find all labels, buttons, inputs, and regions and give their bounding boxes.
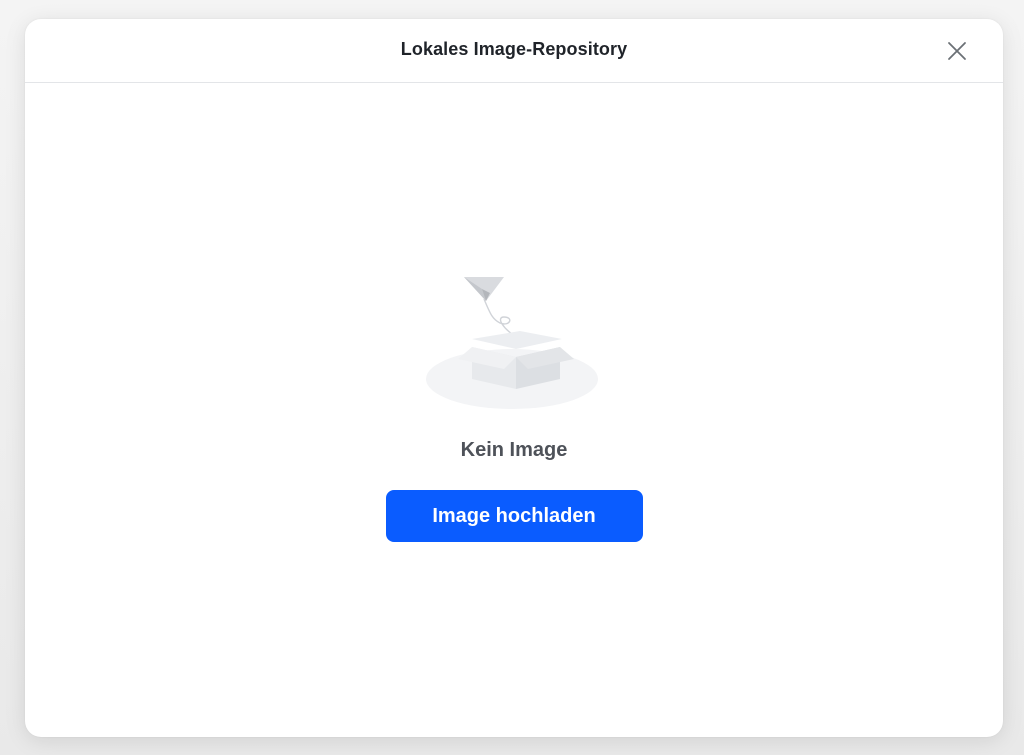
- empty-box-paper-plane-icon: [426, 277, 598, 409]
- close-button[interactable]: [945, 39, 969, 63]
- empty-state-message: Kein Image: [460, 439, 568, 461]
- upload-image-button[interactable]: Image hochladen: [385, 490, 643, 542]
- dialog-title: Lokales Image-Repository: [400, 39, 628, 59]
- local-image-repository-dialog: Lokales Image-Repository Kein Image Imag…: [25, 19, 1003, 737]
- dialog-header: Lokales Image-Repository: [25, 19, 1003, 83]
- empty-state: Kein Image Image hochladen: [25, 269, 1003, 542]
- close-icon: [948, 42, 966, 60]
